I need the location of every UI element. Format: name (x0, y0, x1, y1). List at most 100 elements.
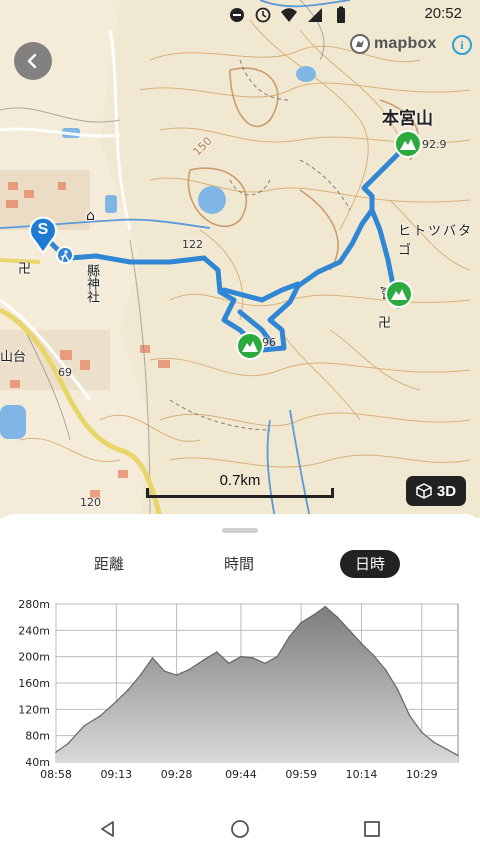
hitotsubata-label: ヒトツバタゴ (398, 224, 474, 258)
elevation-point (83, 724, 85, 727)
elevation-point (203, 658, 206, 661)
mountain-icon (391, 289, 407, 300)
elevation-point (264, 662, 266, 665)
status-bar: 20:52 (0, 0, 480, 30)
temple-map-symbol-2: 卍 (378, 316, 392, 331)
nav-recents-button[interactable] (357, 814, 387, 844)
y-tick-label: 160m (18, 677, 50, 690)
elevation-point (408, 715, 411, 717)
elevation-point (421, 731, 423, 734)
wifi-icon (281, 8, 297, 22)
mapbox-logo: mapbox (350, 34, 437, 54)
elevation-sheet: 距離 時間 日時 40m 80m 120m 160m 200m 240m 280m 08:58… (0, 514, 480, 804)
mountain-icon (400, 139, 416, 150)
y-tick-label: 240m (18, 624, 50, 637)
elevation-point (445, 748, 447, 750)
cube-icon (416, 483, 432, 499)
elevation-point (139, 674, 142, 676)
scale-text: 0.7km (219, 472, 261, 489)
back-triangle-icon (101, 821, 114, 837)
status-time: 20:52 (424, 5, 462, 22)
recents-square-icon (364, 821, 380, 837)
elevation-point (216, 651, 218, 653)
system-nav-bar (0, 804, 480, 853)
elevation-point (324, 605, 327, 608)
peak-marker-east[interactable] (385, 280, 413, 308)
elevation-point (312, 614, 315, 616)
elevation-point (348, 629, 351, 632)
peak-marker-south[interactable] (236, 332, 264, 360)
elevation-69-label: 69 (58, 366, 72, 379)
elevation-122-label: 122 (182, 238, 203, 251)
start-marker-label: S (37, 221, 49, 238)
elevation-point (300, 621, 303, 624)
elevation-point (396, 688, 399, 691)
x-tick-label: 10:14 (346, 768, 378, 781)
x-tick-label: 09:28 (161, 768, 193, 781)
elevation-point (99, 715, 102, 717)
elevation-point (228, 662, 230, 665)
elevation-point (151, 657, 154, 659)
current-position-marker (56, 246, 74, 264)
elevation-point (252, 657, 254, 659)
tab-datetime[interactable]: 日時 (340, 550, 400, 578)
scale-line (146, 488, 334, 498)
start-marker[interactable]: S (28, 216, 58, 255)
scale-bar: 0.7km (146, 472, 334, 498)
tab-time[interactable]: 時間 (214, 550, 264, 578)
elevation-chart: 40m80m120m160m200m240m280m08:58 09:13 09:2… (18, 598, 459, 781)
map-view[interactable]: 20:52 mapbox i 本宮山 ヒトツバタゴ 縣神社 山台 122 69 … (0, 0, 480, 518)
mountain-label: 本宮山 (382, 109, 433, 129)
mapbox-text: mapbox (374, 35, 437, 52)
chart-tabs: 距離 時間 日時 (0, 550, 480, 580)
signal-icon (308, 8, 322, 22)
elevation-96-label: 96 (262, 336, 276, 349)
tab-distance[interactable]: 距離 (84, 550, 134, 578)
elevation-point (384, 669, 387, 671)
3d-button-label: 3D (436, 482, 457, 500)
nav-home-button[interactable] (225, 814, 255, 844)
elevation-point (457, 754, 459, 757)
do-not-disturb-icon (230, 8, 244, 22)
elevation-point (433, 741, 435, 744)
y-tick-label: 120m (18, 703, 50, 716)
y-tick-label: 280m (18, 598, 50, 611)
elevation-point (115, 700, 118, 703)
elevation-point (288, 636, 290, 638)
sheet-drag-handle[interactable] (222, 528, 258, 533)
shrine-label: 縣神社 (84, 264, 99, 303)
elevation-120-label: 120 (80, 496, 101, 509)
mapbox-logo-icon (350, 34, 370, 54)
elevation-point (127, 688, 130, 691)
elevation-point (187, 669, 190, 671)
y-tick-label: 80m (25, 730, 50, 743)
info-icon[interactable]: i (452, 35, 472, 55)
x-tick-label: 09:13 (100, 768, 132, 781)
elevation-92-label: 92.9 (422, 138, 447, 151)
temple-map-symbol: 卍 (18, 262, 32, 277)
home-circle-icon (231, 820, 249, 838)
x-tick-label: 09:44 (225, 768, 257, 781)
mountain-icon (242, 341, 258, 352)
3d-view-button[interactable]: 3D (406, 476, 466, 506)
battery-icon (337, 6, 345, 23)
back-button[interactable] (14, 42, 52, 80)
elevation-point (360, 642, 363, 645)
elevation-point (336, 616, 339, 618)
shrine-map-symbol: ⌂ (86, 208, 95, 224)
elevation-point (175, 674, 178, 676)
elevation-point (55, 751, 57, 753)
x-tick-label: 09:59 (285, 768, 317, 781)
peak-marker-honguu[interactable] (394, 130, 422, 158)
elevation-point (276, 655, 278, 658)
nav-back-button[interactable] (93, 814, 123, 844)
y-tick-label: 200m (18, 651, 50, 664)
x-tick-label: 10:29 (406, 768, 438, 781)
hiker-icon (60, 250, 70, 263)
elevation-point (240, 655, 242, 658)
elevation-point (67, 742, 69, 745)
alarm-clock-icon (255, 7, 271, 23)
area-label: 山台 (0, 350, 27, 365)
elevation-point (372, 654, 375, 657)
x-tick-label: 08:58 (40, 768, 72, 781)
